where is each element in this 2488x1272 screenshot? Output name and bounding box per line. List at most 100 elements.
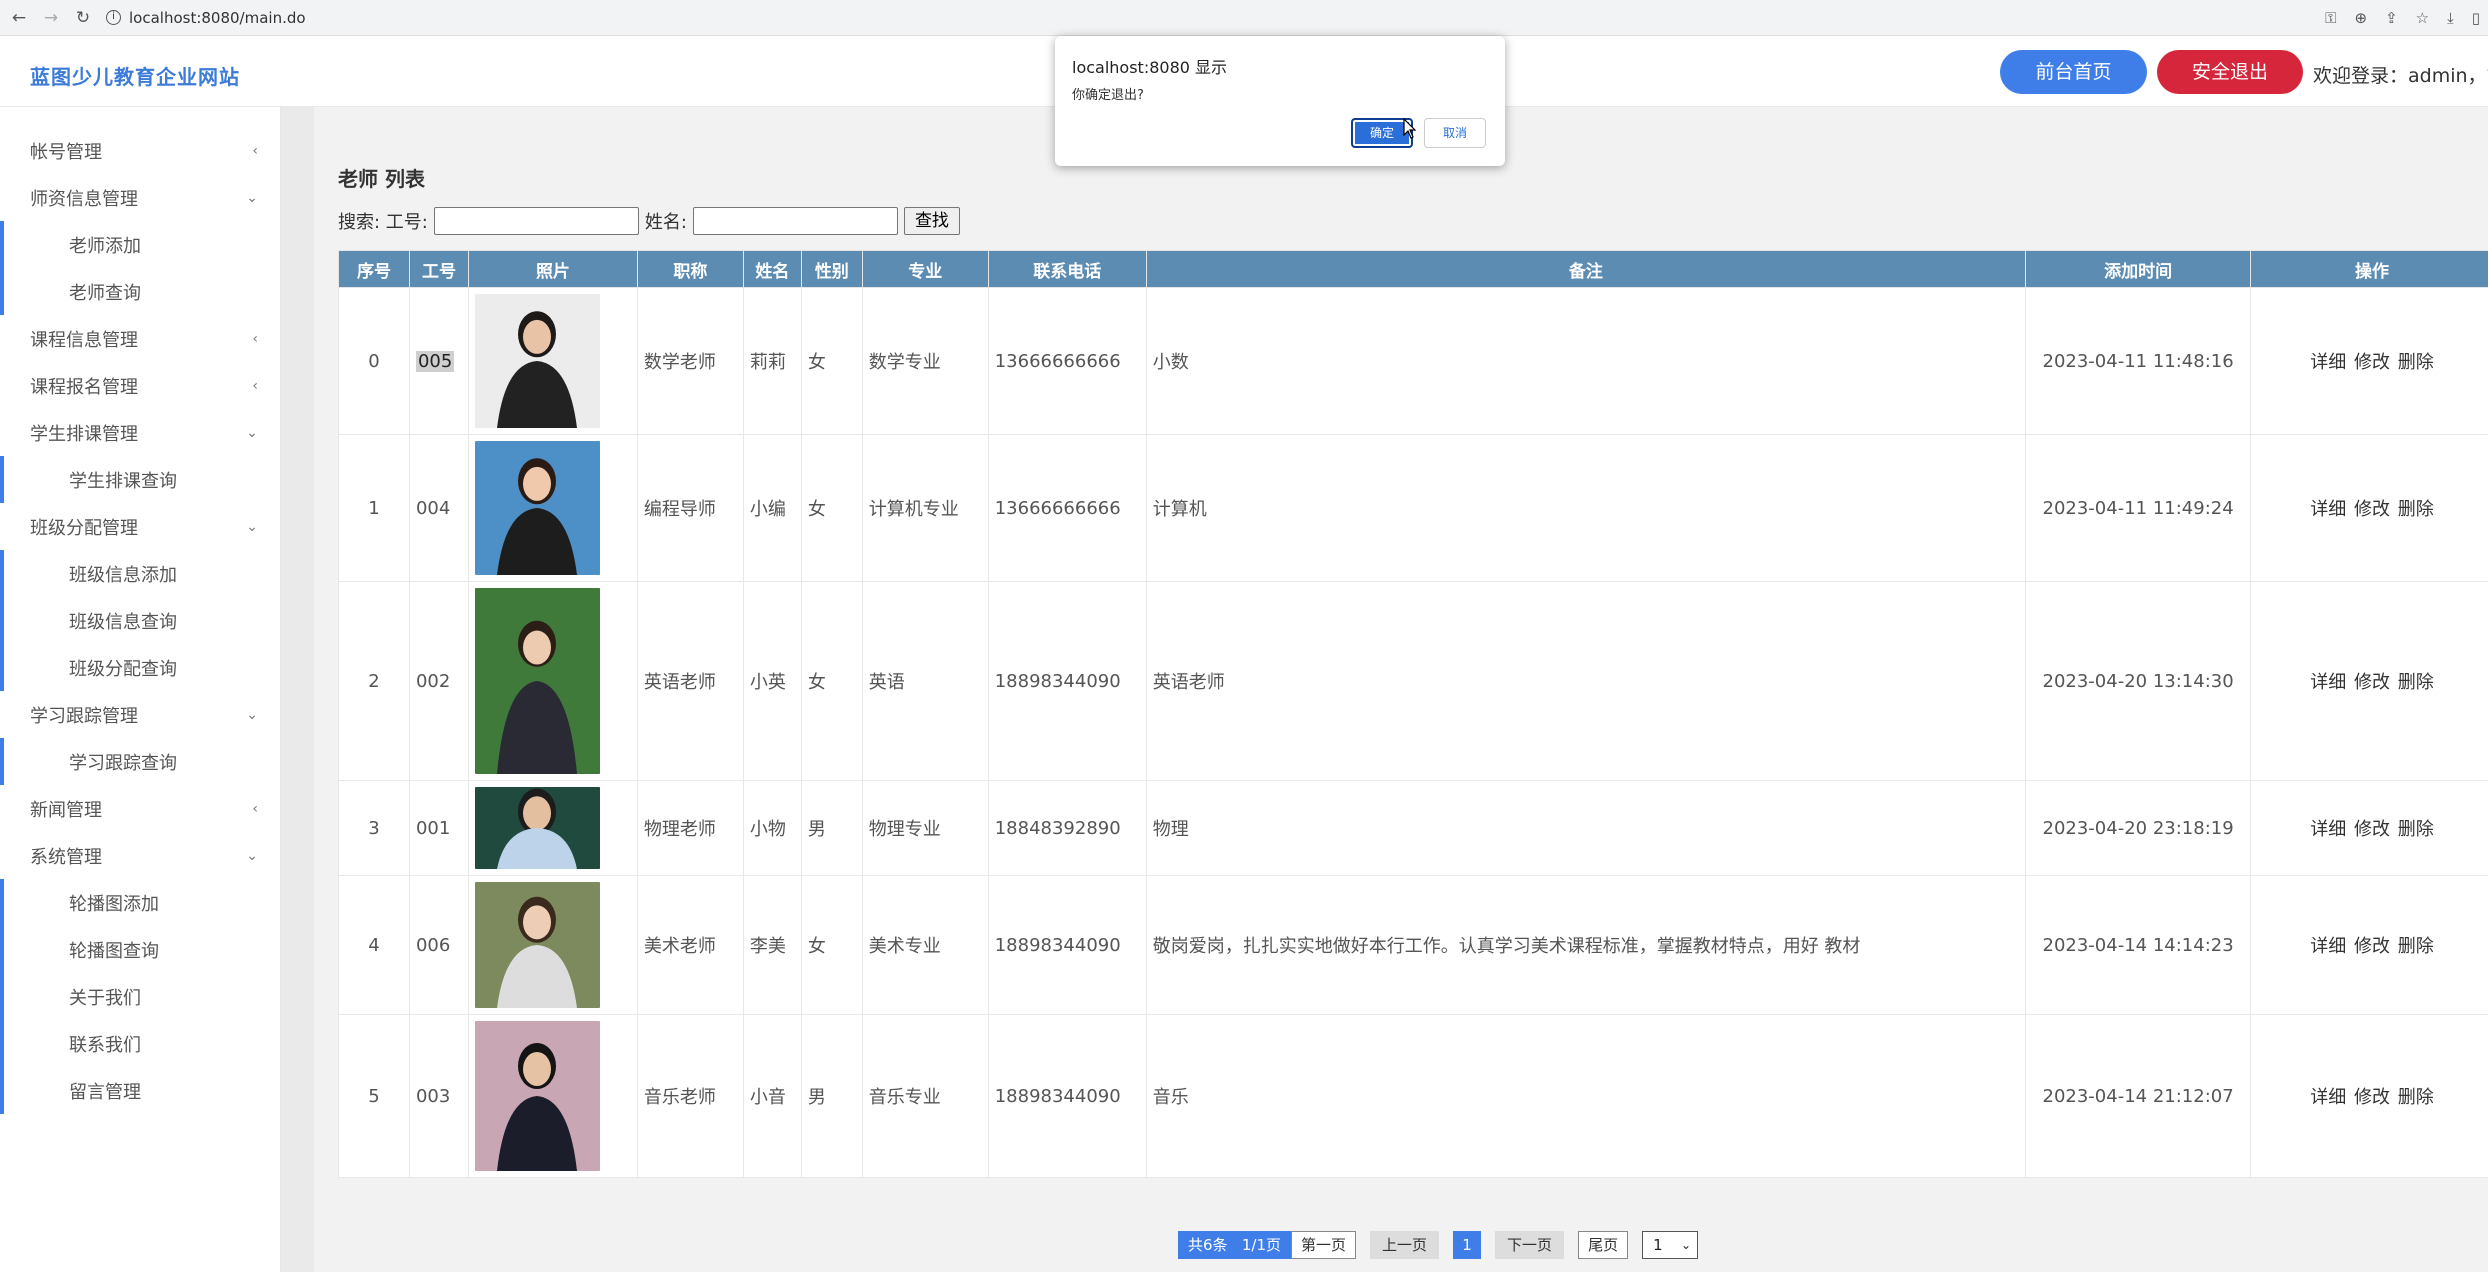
site-brand[interactable]: 蓝图少儿教育企业网站	[30, 61, 240, 90]
sidebar: 帐号管理 ‹ 师资信息管理 ⌄ 老师添加老师查询 课程信息管理 ‹ 课程报名管理 ‹ 学生排课管理…	[0, 107, 281, 1272]
sidebar-subitem[interactable]: 轮播图添加	[0, 879, 280, 926]
sidebar-subitem[interactable]: 老师添加	[0, 221, 280, 268]
prev-page-button[interactable]: 上一页	[1370, 1231, 1440, 1259]
teacher-note: 物理	[1145, 780, 2027, 876]
column-header: 职称	[636, 250, 744, 288]
sidebar-item-label: 老师添加	[69, 235, 141, 257]
teacher-id-input[interactable]	[433, 207, 639, 235]
sidebar-item-label: 班级信息添加	[69, 564, 177, 586]
column-header: 联系电话	[987, 250, 1147, 288]
dialog-cancel-button[interactable]: 取消	[1424, 118, 1486, 148]
share-icon[interactable]: ⇪	[2385, 9, 2398, 27]
sidebar-item-label: 关于我们	[69, 987, 141, 1009]
edit-link[interactable]: 修改	[2354, 819, 2390, 840]
sidebar-group[interactable]: 师资信息管理 ⌄	[0, 174, 280, 221]
sidebar-subitem[interactable]: 学习跟踪查询	[0, 738, 280, 785]
row-actions: 详细 修改 删除	[2250, 581, 2488, 781]
teacher-phone: 18898344090	[987, 875, 1147, 1015]
detail-link[interactable]: 详细	[2310, 1087, 2346, 1108]
sidebar-subitem[interactable]: 学生排课查询	[0, 456, 280, 503]
teacher-photo	[474, 588, 600, 774]
column-header: 添加时间	[2025, 250, 2252, 288]
delete-link[interactable]: 删除	[2398, 672, 2434, 693]
download-icon[interactable]: ⤓	[2447, 9, 2454, 27]
sidebar-group[interactable]: 帐号管理 ‹	[0, 127, 280, 174]
teacher-name: 李美	[742, 875, 802, 1015]
forward-icon[interactable]: →	[38, 8, 64, 28]
last-page-button[interactable]: 尾页	[1578, 1231, 1629, 1259]
teacher-name: 莉莉	[742, 287, 802, 435]
sidepanel-icon[interactable]: ▯	[2472, 9, 2480, 27]
sidebar-item-label: 课程报名管理	[30, 376, 138, 398]
row-index: 5	[338, 1014, 410, 1178]
edit-link[interactable]: 修改	[2354, 499, 2390, 520]
sidebar-subitem[interactable]: 班级信息查询	[0, 597, 280, 644]
page-select[interactable]: 1 ⌄	[1642, 1231, 1699, 1259]
detail-link[interactable]: 详细	[2310, 352, 2346, 373]
teacher-gender: 女	[800, 581, 863, 781]
zoom-icon[interactable]: ⊕	[2354, 9, 2367, 27]
browser-toolbar: ← → ↻ i localhost:8080/main.do ⚿ ⊕ ⇪ ☆ ⤓…	[0, 0, 2488, 36]
delete-link[interactable]: 删除	[2398, 936, 2434, 957]
delete-link[interactable]: 删除	[2398, 819, 2434, 840]
url-text[interactable]: localhost:8080/main.do	[129, 9, 306, 27]
delete-link[interactable]: 删除	[2398, 352, 2434, 373]
bookmark-star-icon[interactable]: ☆	[2416, 9, 2429, 27]
column-header: 备注	[1145, 250, 2027, 288]
logout-button[interactable]: 安全退出	[2157, 50, 2303, 94]
edit-link[interactable]: 修改	[2354, 672, 2390, 693]
detail-link[interactable]: 详细	[2310, 672, 2346, 693]
main-content: 老师 列表 搜索: 工号: 姓名: 查找 序号 工号 照片 职称 姓名 性别 专业 联系电话备…	[314, 107, 2488, 1272]
detail-link[interactable]: 详细	[2310, 499, 2346, 520]
sidebar-group[interactable]: 学习跟踪管理 ⌄	[0, 691, 280, 738]
sidebar-group[interactable]: 学生排课管理 ⌄	[0, 409, 280, 456]
teacher-phone: 18898344090	[987, 1014, 1147, 1178]
delete-link[interactable]: 删除	[2398, 1087, 2434, 1108]
sidebar-group[interactable]: 课程信息管理 ‹	[0, 315, 280, 362]
sidebar-group[interactable]: 课程报名管理 ‹	[0, 362, 280, 409]
sidebar-item-label: 师资信息管理	[30, 188, 138, 210]
pager-total-count: 共6条	[1188, 1236, 1228, 1254]
search-button[interactable]: 查找	[903, 207, 960, 235]
photo-cell	[467, 1014, 638, 1178]
column-header: 工号	[408, 250, 469, 288]
sidebar-subitem[interactable]: 关于我们	[0, 973, 280, 1020]
teacher-id-cell: 005	[408, 287, 469, 435]
teacher-name-input[interactable]	[692, 207, 898, 235]
reload-icon[interactable]: ↻	[70, 8, 96, 28]
current-page-button[interactable]: 1	[1453, 1231, 1482, 1259]
sidebar-group[interactable]: 班级分配管理 ⌄	[0, 503, 280, 550]
sidebar-item-label: 学习跟踪管理	[30, 705, 138, 727]
table-row: 4 006 美术老师 李美女美术专业 18898344090 敬岗爱岗，扎扎实实地做好本行…	[338, 875, 2488, 1015]
back-icon[interactable]: ←	[6, 8, 32, 28]
teacher-note: 音乐	[1145, 1014, 2027, 1178]
edit-link[interactable]: 修改	[2354, 1087, 2390, 1108]
sidebar-subitem[interactable]: 留言管理	[0, 1067, 280, 1114]
site-info-icon[interactable]: i	[106, 10, 121, 25]
next-page-button[interactable]: 下一页	[1495, 1231, 1565, 1259]
teacher-major: 计算机专业	[861, 434, 989, 582]
sidebar-menu: 帐号管理 ‹ 师资信息管理 ⌄ 老师添加老师查询 课程信息管理 ‹ 课程报名管理 ‹ 学生排课管理…	[0, 127, 280, 1114]
key-icon[interactable]: ⚿	[2325, 9, 2336, 27]
sidebar-group[interactable]: 新闻管理 ‹	[0, 785, 280, 832]
column-header: 操作	[2250, 250, 2488, 288]
sidebar-subitem[interactable]: 老师查询	[0, 268, 280, 315]
address-bar[interactable]: i localhost:8080/main.do	[106, 9, 306, 27]
sidebar-subitem[interactable]: 班级信息添加	[0, 550, 280, 597]
teacher-major: 英语	[861, 581, 989, 781]
delete-link[interactable]: 删除	[2398, 499, 2434, 520]
sidebar-subitem[interactable]: 轮播图查询	[0, 926, 280, 973]
table-header-row: 序号 工号 照片 职称 姓名 性别 专业 联系电话 备注 添加时间 操作	[338, 250, 2488, 288]
first-page-button[interactable]: 第一页	[1291, 1231, 1357, 1259]
detail-link[interactable]: 详细	[2310, 936, 2346, 957]
teacher-id-cell: 001	[408, 780, 469, 876]
sidebar-subitem[interactable]: 联系我们	[0, 1020, 280, 1067]
home-button[interactable]: 前台首页	[2000, 50, 2147, 94]
sidebar-item-label: 新闻管理	[30, 799, 102, 821]
detail-link[interactable]: 详细	[2310, 819, 2346, 840]
edit-link[interactable]: 修改	[2354, 936, 2390, 957]
sidebar-group[interactable]: 系统管理 ⌄	[0, 832, 280, 879]
edit-link[interactable]: 修改	[2354, 352, 2390, 373]
teacher-major: 美术专业	[861, 875, 989, 1015]
sidebar-subitem[interactable]: 班级分配查询	[0, 644, 280, 691]
